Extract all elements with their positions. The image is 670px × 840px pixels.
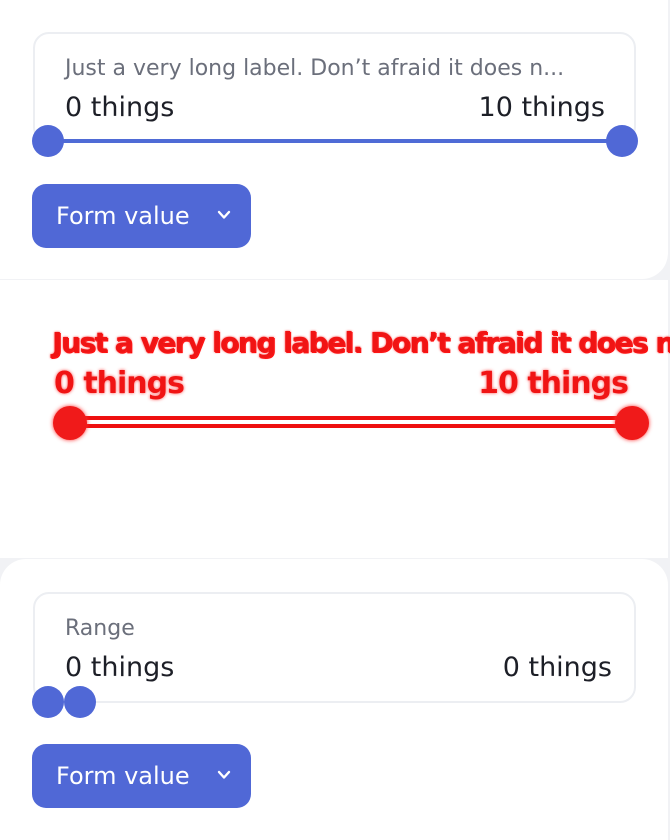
slider-thumb-max[interactable]: [606, 125, 638, 157]
slider-thumb-max[interactable]: [64, 686, 96, 718]
ghost-thumb-max: [615, 406, 649, 440]
range-slider-top: Just a very long label. Don’t afraid it …: [33, 32, 636, 143]
ghost-max-value: 10 things: [478, 366, 629, 401]
slider-min-value: 0 things: [65, 652, 175, 683]
slider-track[interactable]: [48, 139, 622, 143]
slider-max-value: 0 things: [502, 652, 612, 683]
ghost-slider-label: Just a very long label. Don’t afraid it …: [52, 326, 670, 359]
slider-label: Just a very long label. Don’t afraid it …: [65, 56, 565, 81]
chevron-down-icon: [217, 770, 231, 779]
ghost-min-value: 0 things: [54, 366, 185, 401]
range-slider-bottom: Range 0 things 0 things: [33, 592, 636, 703]
slider-min-value: 0 things: [65, 92, 175, 123]
ghost-slider-track: [60, 416, 638, 428]
slider-thumb-min[interactable]: [32, 686, 64, 718]
bottom-card: Range 0 things 0 things Form value: [0, 559, 668, 840]
form-value-label: Form value: [56, 762, 190, 790]
form-value-dropdown[interactable]: Form value: [32, 744, 251, 808]
slider-label: Range: [65, 616, 135, 641]
slider-max-value: 10 things: [478, 92, 605, 123]
top-card: Just a very long label. Don’t afraid it …: [0, 0, 668, 279]
form-value-dropdown[interactable]: Form value: [32, 184, 251, 248]
ghost-thumb-min: [53, 406, 87, 440]
chevron-down-icon: [217, 210, 231, 219]
form-value-label: Form value: [56, 202, 190, 230]
slider-thumb-min[interactable]: [32, 125, 64, 157]
